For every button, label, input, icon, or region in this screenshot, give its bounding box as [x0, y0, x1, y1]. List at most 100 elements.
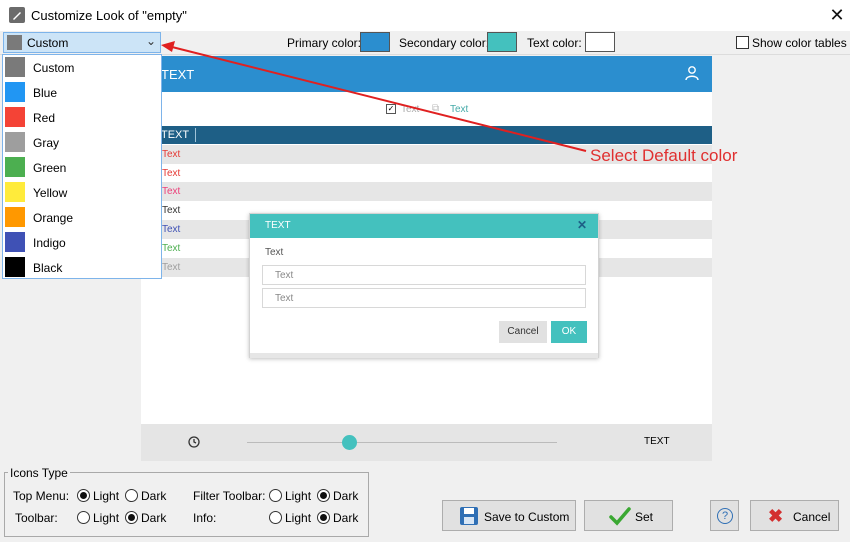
radio-label: Light — [93, 511, 120, 525]
dropdown-item-label: Blue — [33, 86, 58, 100]
chevron-down-icon: ⌄ — [146, 34, 157, 48]
dropdown-item-label: Black — [33, 261, 63, 275]
preview-checkbox: ✓ — [386, 104, 396, 114]
row-text: Text — [162, 168, 181, 179]
preset-combobox[interactable]: Custom ⌄ — [3, 32, 161, 53]
info-light-radio[interactable] — [269, 511, 282, 524]
close-icon[interactable]: ✕ — [826, 4, 848, 26]
cancel-button[interactable]: ✖ Cancel — [750, 500, 839, 531]
preview-modal-label: Text — [265, 247, 284, 258]
preview-modal: TEXT ✕ Text Text Text Cancel OK — [249, 213, 599, 358]
secondary-color-label: Secondary color: — [399, 36, 490, 50]
color-swatch — [5, 57, 25, 77]
radio-label: Dark — [333, 511, 359, 525]
field-placeholder: Text — [275, 270, 294, 281]
checkmark-icon — [609, 507, 631, 526]
preview-header-text: TEXT — [161, 67, 195, 82]
close-icon: ✕ — [577, 218, 588, 232]
dropdown-item-label: Custom — [33, 61, 75, 75]
preview-footer-text: TEXT — [644, 436, 670, 447]
color-swatch — [5, 82, 25, 102]
preview-ok-button: OK — [551, 321, 587, 343]
dropdown-item-green[interactable]: Green — [3, 155, 161, 180]
set-label: Set — [635, 510, 654, 524]
filter-toolbar-light-radio[interactable] — [269, 489, 282, 502]
text-color-label: Text color: — [527, 36, 582, 50]
color-swatch — [5, 207, 25, 227]
toolbar-light-radio[interactable] — [77, 511, 90, 524]
dropdown-item-yellow[interactable]: Yellow — [3, 180, 161, 205]
save-to-custom-label: Save to Custom — [484, 510, 570, 524]
row-text: Text — [162, 243, 181, 254]
color-swatch — [5, 107, 25, 127]
secondary-color-swatch[interactable] — [487, 32, 517, 52]
top-menu-light-radio[interactable] — [77, 489, 90, 502]
color-swatch — [5, 132, 25, 152]
dropdown-item-red[interactable]: Red — [3, 105, 161, 130]
filter-toolbar-label: Filter Toolbar: — [193, 489, 266, 503]
dropdown-item-black[interactable]: Black — [3, 255, 161, 280]
top-menu-dark-radio[interactable] — [125, 489, 138, 502]
modal-footer-strip — [250, 353, 598, 358]
preview-link-text: Text — [450, 104, 469, 115]
layers-icon: ⧉ — [432, 103, 440, 114]
radio-label: Dark — [141, 489, 167, 503]
cancel-label: Cancel — [793, 510, 831, 524]
field-placeholder: Text — [275, 293, 294, 304]
window-title: Customize Look of "empty" — [31, 8, 187, 23]
slider-thumb — [342, 435, 358, 450]
preview-check-text: Text — [401, 104, 420, 115]
radio-label: Light — [285, 489, 312, 503]
dropdown-item-gray[interactable]: Gray — [3, 130, 161, 155]
set-button[interactable]: Set — [584, 500, 673, 531]
radio-label: Dark — [141, 511, 167, 525]
table-row: Text — [141, 182, 712, 201]
dropdown-item-label: Red — [33, 111, 56, 125]
info-label: Info: — [193, 511, 217, 525]
dropdown-item-label: Orange — [33, 211, 74, 225]
show-tables-label: Show color tables — [752, 36, 847, 50]
dropdown-item-orange[interactable]: Orange — [3, 205, 161, 230]
floppy-disk-icon — [460, 507, 478, 525]
cancel-x-icon: ✖ — [768, 506, 784, 526]
help-icon: ? — [717, 508, 733, 524]
row-text: Text — [162, 262, 181, 273]
dropdown-item-label: Indigo — [33, 236, 66, 250]
top-menu-label: Top Menu: — [13, 489, 70, 503]
icons-type-group — [4, 472, 369, 537]
color-swatch — [5, 232, 25, 252]
table-row: Text — [141, 164, 712, 183]
slider-track — [247, 442, 557, 443]
primary-color-label: Primary color: — [287, 36, 362, 50]
row-text: Text — [162, 149, 181, 160]
primary-color-swatch[interactable] — [360, 32, 390, 52]
preview-text-field: Text — [262, 265, 586, 285]
preview-modal-header: TEXT ✕ — [250, 214, 598, 238]
toolbar-label: Toolbar: — [15, 511, 58, 525]
preview-text-field: Text — [262, 288, 586, 308]
preview-cancel-button: Cancel — [499, 321, 547, 343]
help-button[interactable]: ? — [710, 500, 739, 531]
filter-toolbar-dark-radio[interactable] — [317, 489, 330, 502]
toolbar-dark-radio[interactable] — [125, 511, 138, 524]
row-text: Text — [162, 224, 181, 235]
history-icon — [188, 436, 200, 448]
row-text: Text — [162, 205, 181, 216]
dropdown-item-custom[interactable]: Custom — [3, 55, 161, 80]
radio-label: Dark — [333, 489, 359, 503]
dropdown-item-label: Gray — [33, 136, 60, 150]
text-color-swatch[interactable] — [585, 32, 615, 52]
dropdown-item-blue[interactable]: Blue — [3, 80, 161, 105]
preset-swatch — [7, 35, 22, 50]
color-swatch — [5, 157, 25, 177]
column-divider — [195, 128, 196, 142]
color-swatch — [5, 257, 25, 277]
preview-table-header: TEXT — [141, 126, 712, 144]
user-icon — [685, 66, 699, 81]
dropdown-item-indigo[interactable]: Indigo — [3, 230, 161, 255]
dropdown-item-label: Green — [33, 161, 67, 175]
info-dark-radio[interactable] — [317, 511, 330, 524]
preview-table-header-text: TEXT — [161, 129, 190, 141]
save-to-custom-button[interactable]: Save to Custom — [442, 500, 576, 531]
show-tables-checkbox[interactable] — [736, 36, 749, 49]
